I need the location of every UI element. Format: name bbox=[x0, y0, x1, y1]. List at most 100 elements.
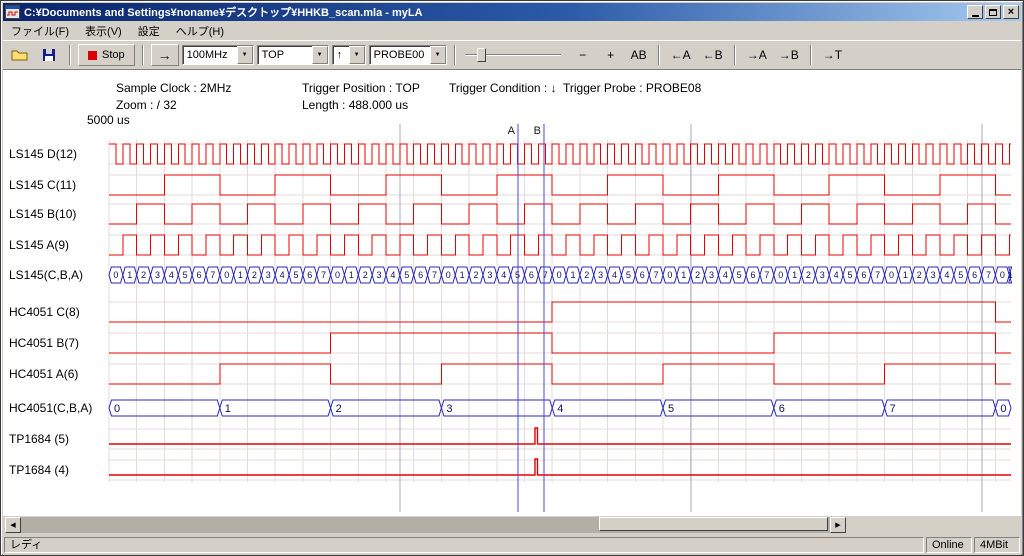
next-b-button[interactable]: →B bbox=[774, 44, 804, 66]
bus-value: 3 bbox=[931, 270, 936, 280]
menu-file[interactable]: ファイル(F) bbox=[3, 21, 77, 41]
signal-waveform bbox=[109, 235, 1011, 255]
bus-value: 6 bbox=[779, 403, 785, 415]
bus-value: 3 bbox=[266, 270, 271, 280]
bus-value: 4 bbox=[834, 270, 839, 280]
probe-select[interactable]: PROBE00 ▼ bbox=[369, 45, 447, 65]
bus-value: 2 bbox=[336, 403, 342, 415]
bus-value: 1 bbox=[349, 270, 354, 280]
run-button[interactable]: → bbox=[151, 44, 179, 66]
toolbar-separator bbox=[658, 45, 660, 65]
bus-value: 4 bbox=[557, 403, 563, 415]
open-file-button[interactable] bbox=[7, 44, 33, 66]
save-button[interactable] bbox=[36, 44, 62, 66]
bus-value: 2 bbox=[252, 270, 257, 280]
ab-cursors-button[interactable]: AB bbox=[626, 44, 652, 66]
waveform-svg: 0123456701234567012345670123456701234567… bbox=[3, 114, 1021, 516]
chevron-down-icon[interactable]: ▼ bbox=[237, 46, 253, 64]
scroll-right-button[interactable]: ▶ bbox=[830, 517, 846, 533]
chevron-down-icon[interactable]: ▼ bbox=[349, 46, 365, 64]
sample-rate-select[interactable]: 100MHz ▼ bbox=[182, 45, 254, 65]
bus-value: 2 bbox=[806, 270, 811, 280]
bus-value: 7 bbox=[321, 270, 326, 280]
bus-value: 0 bbox=[557, 270, 562, 280]
next-a-button[interactable]: →A bbox=[742, 44, 772, 66]
bus-value: 5 bbox=[626, 270, 631, 280]
app-window: C:¥Documents and Settings¥noname¥デスクトップ¥… bbox=[0, 0, 1024, 556]
bus-value: 7 bbox=[764, 270, 769, 280]
bus-value: 1 bbox=[681, 270, 686, 280]
signal-waveform bbox=[109, 333, 1011, 353]
menu-view[interactable]: 表示(V) bbox=[77, 21, 130, 41]
bus-value: 1 bbox=[570, 270, 575, 280]
titlebar: C:¥Documents and Settings¥noname¥デスクトップ¥… bbox=[3, 3, 1021, 21]
bus-value: 3 bbox=[820, 270, 825, 280]
bus-value: 3 bbox=[487, 270, 492, 280]
zoom-slider-thumb[interactable] bbox=[477, 48, 486, 62]
zoom-info: Zoom : / 32 bbox=[116, 98, 177, 112]
bus-value: 5 bbox=[737, 270, 742, 280]
bus-value: 4 bbox=[612, 270, 617, 280]
bus-value: 2 bbox=[917, 270, 922, 280]
zoom-out-button[interactable]: − bbox=[570, 44, 596, 66]
goto-trigger-button[interactable]: →T bbox=[818, 44, 847, 66]
bus-value: 2 bbox=[474, 270, 479, 280]
bus-value: 1 bbox=[903, 270, 908, 280]
signal-waveform bbox=[109, 428, 1011, 444]
bus-value: 4 bbox=[280, 270, 285, 280]
bus-value: 7 bbox=[875, 270, 880, 280]
horizontal-scrollbar[interactable]: ◀ ▶ bbox=[5, 517, 846, 533]
signal-waveform bbox=[109, 364, 1011, 384]
bus-value: 6 bbox=[972, 270, 977, 280]
signal-waveform bbox=[109, 204, 1011, 224]
bus-value: 0 bbox=[224, 270, 229, 280]
trigger-condition-info: Trigger Condition : ↓ bbox=[449, 81, 557, 95]
bus-value: 2 bbox=[695, 270, 700, 280]
scrollbar-track[interactable] bbox=[21, 517, 830, 533]
bus-value: 6 bbox=[751, 270, 756, 280]
bus-value: 0 bbox=[1000, 403, 1006, 415]
chevron-down-icon[interactable]: ▼ bbox=[430, 46, 446, 64]
scrollbar-thumb[interactable] bbox=[599, 517, 828, 531]
window-title: C:¥Documents and Settings¥noname¥デスクトップ¥… bbox=[24, 4, 967, 20]
bus-value: 5 bbox=[293, 270, 298, 280]
stop-icon bbox=[88, 51, 97, 60]
menu-help[interactable]: ヘルプ(H) bbox=[168, 21, 232, 41]
signal-waveform bbox=[109, 302, 1011, 322]
trigger-edge-value: ↑ bbox=[333, 49, 349, 61]
bus-value: 1 bbox=[238, 270, 243, 280]
stop-button[interactable]: Stop bbox=[78, 44, 135, 66]
bus-value: 6 bbox=[861, 270, 866, 280]
zoom-in-button[interactable]: + bbox=[598, 44, 624, 66]
bus-value: 7 bbox=[986, 270, 991, 280]
bus-value: 0 bbox=[114, 403, 120, 415]
maximize-button[interactable] bbox=[985, 5, 1001, 19]
trigger-position-info: Trigger Position : TOP bbox=[302, 81, 420, 95]
open-folder-icon bbox=[11, 48, 29, 62]
toolbar-separator bbox=[810, 45, 812, 65]
prev-b-button[interactable]: ←B bbox=[698, 44, 728, 66]
menu-settings[interactable]: 設定 bbox=[130, 21, 168, 41]
trigger-position-select[interactable]: TOP ▼ bbox=[257, 45, 329, 65]
stop-button-label: Stop bbox=[102, 49, 125, 61]
chevron-down-icon[interactable]: ▼ bbox=[312, 46, 328, 64]
minimize-button[interactable] bbox=[967, 5, 983, 19]
prev-a-button[interactable]: ←A bbox=[666, 44, 696, 66]
cursor-label-a: A bbox=[508, 125, 516, 137]
scroll-left-button[interactable]: ◀ bbox=[5, 517, 21, 533]
trigger-edge-select[interactable]: ↑ ▼ bbox=[332, 45, 366, 65]
minimize-icon bbox=[972, 15, 979, 17]
probe-value: PROBE00 bbox=[370, 49, 430, 61]
bus-value: 4 bbox=[723, 270, 728, 280]
close-button[interactable]: × bbox=[1003, 5, 1019, 19]
bus-value: 5 bbox=[958, 270, 963, 280]
bus-value: 7 bbox=[210, 270, 215, 280]
toolbar: Stop → 100MHz ▼ TOP ▼ ↑ ▼ PROBE00 ▼ −+AB… bbox=[3, 40, 1021, 69]
signal-waveform bbox=[109, 175, 1011, 195]
content-panel: Sample Clock : 2MHz Trigger Position : T… bbox=[3, 69, 1021, 516]
bus-value: 0 bbox=[446, 270, 451, 280]
toolbar-separator bbox=[454, 45, 456, 65]
length-info: Length : 488.000 us bbox=[302, 98, 408, 112]
bus-value: 4 bbox=[501, 270, 506, 280]
zoom-slider[interactable] bbox=[463, 45, 563, 65]
